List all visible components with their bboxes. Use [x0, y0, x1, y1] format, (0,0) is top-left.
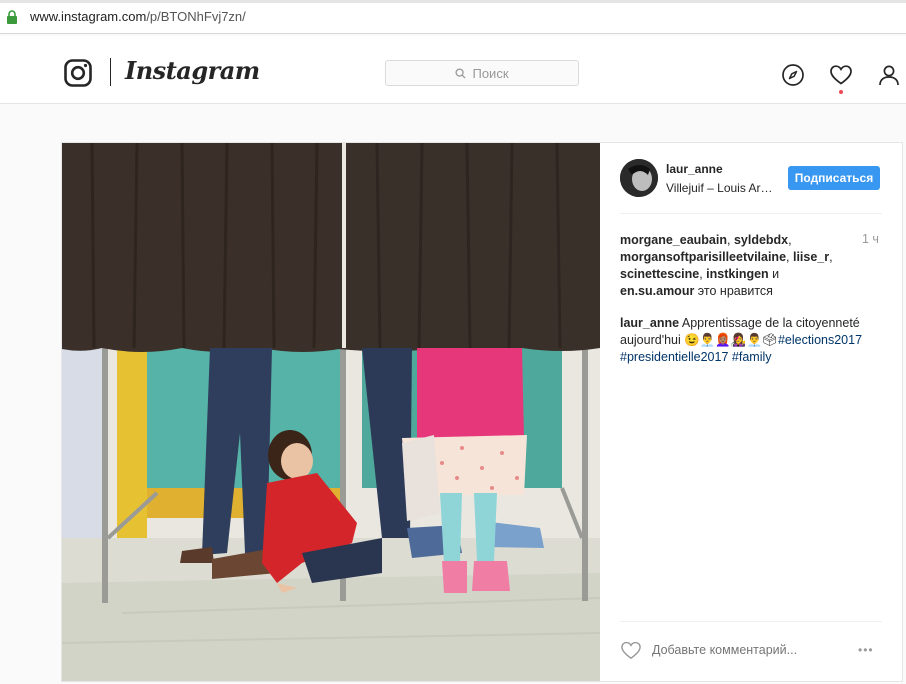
post-card: laur_anne Villejuif – Louis Aragon Подпи…: [61, 142, 903, 682]
url-host: www.instagram.com: [30, 9, 147, 24]
author-avatar[interactable]: [620, 159, 658, 197]
lock-icon: [7, 10, 17, 24]
follow-button[interactable]: Подписаться: [788, 166, 880, 190]
likes-suffix: это нравится: [694, 284, 773, 298]
like-user-link[interactable]: scinettescine: [620, 267, 699, 281]
search-input[interactable]: Поиск: [385, 60, 579, 86]
post-photo[interactable]: [62, 143, 600, 681]
and-word: и: [768, 267, 780, 281]
notification-dot: [839, 90, 843, 94]
heart-icon[interactable]: [829, 63, 853, 87]
like-heart-icon[interactable]: [620, 640, 642, 660]
more-options-button[interactable]: •••: [858, 643, 874, 657]
instagram-glyph-icon[interactable]: [64, 59, 92, 87]
url-path: /p/BTONhFvj7zn/: [146, 9, 246, 24]
post-location[interactable]: Villejuif – Louis Aragon: [666, 181, 778, 195]
url-field[interactable]: www.instagram.com/p/BTONhFvj7zn/: [30, 9, 246, 24]
search-placeholder: Поиск: [472, 65, 509, 81]
post-sidebar: laur_anne Villejuif – Louis Aragon Подпи…: [600, 143, 902, 681]
browser-top-edge: [0, 0, 906, 3]
post-time[interactable]: 1 ч: [862, 232, 879, 246]
logo-divider: [110, 58, 111, 86]
browser-address-bar: www.instagram.com/p/BTONhFvj7zn/: [0, 0, 906, 34]
divider: [620, 621, 882, 622]
compass-icon[interactable]: [781, 63, 805, 87]
separator: ,: [726, 233, 734, 247]
like-user-link[interactable]: liise_r: [793, 250, 829, 264]
ig-header: Instagram Поиск: [0, 36, 906, 104]
hashtag-link[interactable]: #presidentielle2017: [620, 350, 728, 364]
like-user-link[interactable]: morgane_eaubain: [620, 233, 727, 247]
instagram-wordmark[interactable]: Instagram: [125, 56, 260, 85]
likes-text: morgane_eaubain, syldebdx, morgansoftpar…: [620, 232, 848, 300]
separator: ,: [786, 250, 793, 264]
hashtag-link[interactable]: #family: [732, 350, 772, 364]
comment-input[interactable]: [652, 643, 812, 657]
hashtag-link[interactable]: #elections2017: [778, 333, 862, 347]
like-user-link[interactable]: morgansoftparisilleetvilaine: [620, 250, 786, 264]
divider: [620, 213, 882, 214]
user-icon[interactable]: [877, 63, 901, 87]
like-user-link[interactable]: syldebdx: [734, 233, 788, 247]
author-username[interactable]: laur_anne: [666, 162, 723, 176]
caption-author[interactable]: laur_anne: [620, 316, 679, 330]
separator: ,: [788, 233, 792, 247]
search-icon: [455, 67, 467, 79]
like-user-link[interactable]: instkingen: [706, 267, 769, 281]
post-caption: laur_anne Apprentissage de la citoyennet…: [620, 315, 882, 366]
separator: ,: [829, 250, 833, 264]
like-user-link[interactable]: en.su.amour: [620, 284, 694, 298]
